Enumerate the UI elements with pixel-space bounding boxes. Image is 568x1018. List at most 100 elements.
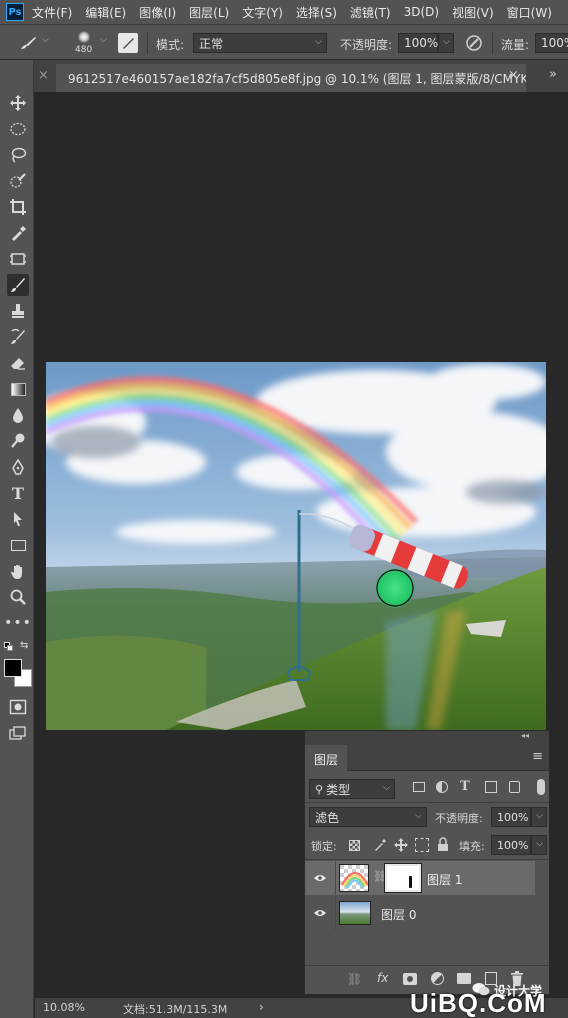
layer-name[interactable]: 图层 1 [427,871,462,888]
menu-view[interactable]: 视图(V) [452,4,494,21]
default-colors-icon[interactable] [4,642,14,652]
move-tool-icon[interactable] [7,92,29,114]
flow-input[interactable]: 100% [535,33,568,53]
dodge-tool-icon[interactable] [7,430,29,452]
more-tabs-icon[interactable]: » [549,67,557,82]
path-select-tool-icon[interactable] [7,508,29,530]
menu-filter[interactable]: 滤镜(T) [350,4,391,21]
fill-input[interactable]: 100% [491,835,531,855]
tab-layers-label: 图层 [314,753,339,767]
filter-toggle-icon[interactable] [537,779,545,795]
menu-image[interactable]: 图像(I) [139,4,176,21]
document-tab[interactable]: 9612517e460157ae182fa7cf5d805e8f.jpg @ 1… [56,64,526,92]
layer-row-0[interactable]: 图层 0 [305,896,535,930]
menu-select[interactable]: 选择(S) [296,4,337,21]
swap-colors-icon[interactable]: ⇆ [20,640,28,651]
marquee-tool-icon[interactable] [7,118,29,140]
frame-tool-icon[interactable] [7,248,29,270]
close-tab-icon[interactable]: × [508,68,519,83]
zoom-level[interactable]: 10.08% [43,1001,85,1014]
blend-mode-select[interactable]: 正常 ⌵ [193,33,327,53]
layer-blend-mode-select[interactable]: 滤色 ⌵ [309,807,427,827]
menu-3d[interactable]: 3D(D) [404,5,439,19]
pen-tool-icon[interactable] [7,456,29,478]
filter-smart-object-icon[interactable] [509,781,520,793]
menu-layer[interactable]: 图层(L) [189,4,229,21]
layer-thumbnail-landscape[interactable] [339,901,371,925]
menu-window[interactable]: 窗口(W) [507,4,552,21]
lock-position-icon[interactable] [393,837,409,853]
add-mask-icon[interactable] [403,973,417,985]
group-folder-icon[interactable] [457,973,471,984]
close-side-tab-icon[interactable]: × [38,68,49,83]
hand-tool-icon[interactable] [7,560,29,582]
filter-shape-layer-icon[interactable] [485,781,497,793]
layer-opacity-dropdown[interactable]: ⌵ [531,807,547,827]
more-tools-icon[interactable]: ••• [4,612,31,634]
opacity-input[interactable]: 100% [398,33,438,53]
filter-pixel-layer-icon[interactable] [413,782,425,792]
fill-dropdown[interactable]: ⌵ [531,835,547,855]
brush-tool-icon[interactable] [7,274,29,296]
status-menu-arrow-icon[interactable]: › [259,1000,264,1014]
layer-row-1[interactable]: ⛓ 图层 1 [305,861,535,895]
layer-mask-thumbnail[interactable] [384,863,422,893]
menu-bar: Ps 文件(F) 编辑(E) 图像(I) 图层(L) 文字(Y) 选择(S) 滤… [0,0,568,24]
fx-icon[interactable]: fx [377,971,388,985]
eye-visibility-icon[interactable] [313,871,327,885]
brush-tip-icon [78,31,90,43]
filter-adjustment-layer-icon[interactable] [436,781,448,793]
panel-header-strip: ◂◂ [305,731,549,745]
document-title: 9612517e460157ae182fa7cf5d805e8f.jpg @ 1… [68,72,526,86]
foreground-color-swatch[interactable] [4,659,22,677]
type-tool-icon[interactable]: T [7,482,29,504]
flow-label: 流量: [501,38,530,52]
lock-transparent-pixels-icon[interactable] [349,840,360,851]
tab-layers[interactable]: 图层 [305,745,347,771]
link-layers-icon[interactable]: ⛓ [347,972,362,986]
brush-preset-chevron-icon[interactable]: ⌵ [42,35,49,45]
quick-select-tool-icon[interactable] [7,170,29,192]
layer-opacity-input[interactable]: 100% [491,807,531,827]
clone-stamp-tool-icon[interactable] [7,300,29,322]
screen-mode-icon[interactable] [7,722,29,744]
panel-menu-icon[interactable]: ≡ [532,749,543,764]
menu-type[interactable]: 文字(Y) [242,4,283,21]
flow-value: 100% [541,36,568,50]
crop-tool-icon[interactable] [7,196,29,218]
menu-file[interactable]: 文件(F) [32,4,72,21]
lock-label: 锁定: [311,840,337,853]
lock-image-pixels-icon[interactable] [372,837,388,853]
photoshop-logo-icon: Ps [6,3,24,21]
layer-name[interactable]: 图层 0 [381,906,416,923]
eraser-tool-icon[interactable] [7,352,29,374]
brush-preset-icon[interactable] [18,34,38,52]
lasso-tool-icon[interactable] [7,144,29,166]
divider [335,896,336,930]
brush-settings-panel-icon[interactable] [118,33,138,53]
eye-visibility-icon[interactable] [313,906,327,920]
filter-kind-select[interactable]: ⚲ 类型 ⌵ [309,779,395,799]
lock-all-icon[interactable] [437,837,449,852]
brush-size-picker[interactable]: 480 [72,31,96,59]
pressure-opacity-icon[interactable] [463,33,485,53]
rectangle-tool-icon[interactable] [7,534,29,556]
opacity-label: 不透明度: [340,38,393,52]
menu-edit[interactable]: 编辑(E) [85,4,126,21]
filter-type-layer-icon[interactable]: T [460,779,470,794]
adjustment-layer-icon[interactable] [431,972,444,985]
eyedropper-tool-icon[interactable] [7,222,29,244]
blur-tool-icon[interactable] [7,404,29,426]
brush-size-chevron-icon[interactable]: ⌵ [100,35,107,45]
lock-artboard-icon[interactable] [415,838,429,852]
collapse-panel-icon[interactable]: ◂◂ [521,731,529,740]
history-brush-tool-icon[interactable] [7,326,29,348]
gradient-tool-icon[interactable] [7,378,29,400]
layer-thumbnail-rainbow[interactable] [339,864,369,892]
divider [492,32,493,54]
search-icon: ⚲ [315,782,324,796]
opacity-dropdown[interactable]: ⌵ [438,33,454,53]
document-image[interactable] [46,362,546,730]
quick-mask-icon[interactable] [7,696,29,718]
zoom-tool-icon[interactable] [7,586,29,608]
